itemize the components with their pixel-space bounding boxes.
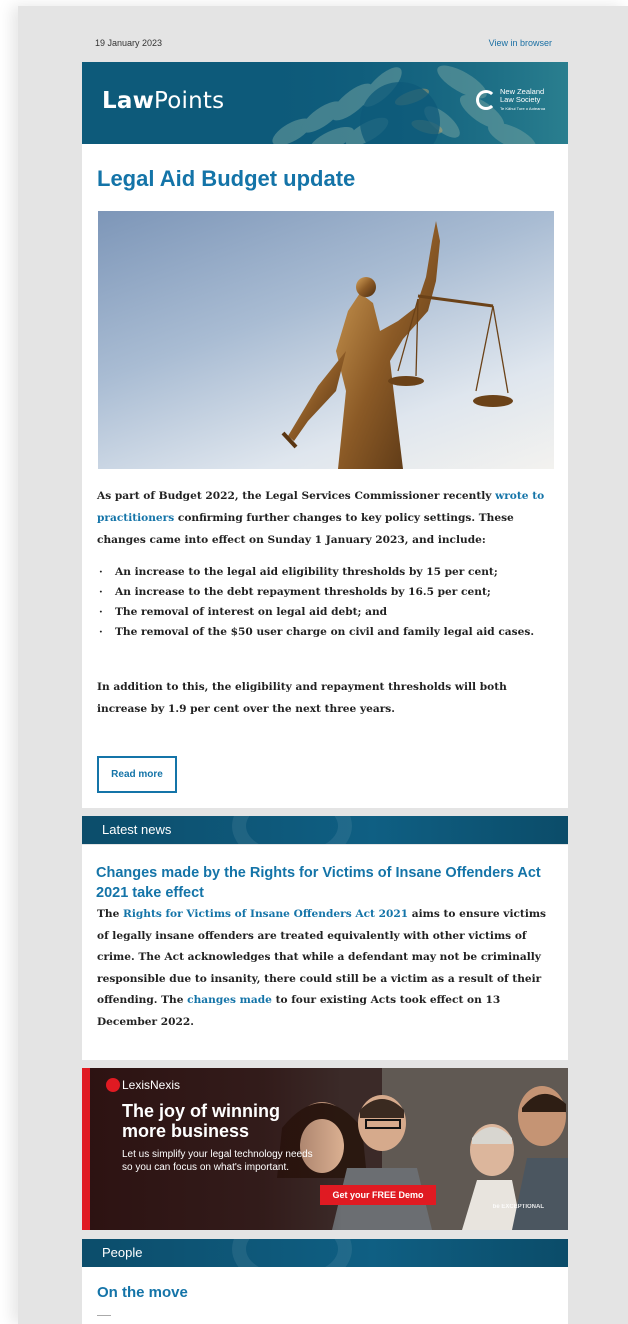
changes-made-link[interactable]: changes made: [187, 994, 272, 1006]
lexisnexis-logo-icon: [106, 1078, 120, 1092]
hero-image: [98, 211, 554, 469]
ad-tagline: be EXCEPTIONAL: [492, 1204, 544, 1210]
people-section: On the move: [82, 1267, 568, 1324]
main-article: Legal Aid Budget update As part of Budge…: [82, 144, 568, 808]
people-header: People: [82, 1239, 568, 1267]
section-label: Latest news: [102, 822, 172, 837]
policy-changes-list: An increase to the legal aid eligibility…: [99, 562, 559, 642]
view-in-browser-link[interactable]: View in browser: [489, 38, 552, 48]
article-closing: In addition to this, the eligibility and…: [97, 681, 507, 715]
list-item: An increase to the debt repayment thresh…: [99, 582, 559, 602]
list-item: An increase to the legal aid eligibility…: [99, 562, 559, 582]
newsletter-header: LawPoints New Zealand Law Society Te Kāhu…: [82, 62, 568, 144]
article-title: Legal Aid Budget update: [97, 166, 356, 191]
email-topbar: 19 January 2023 View in browser: [82, 34, 568, 54]
news-body: The Rights for Victims of Insane Offende…: [97, 908, 547, 1028]
ad-brand: LexisNexis: [122, 1078, 181, 1092]
lexisnexis-ad-banner[interactable]: LexisNexis The joy of winning more busin…: [82, 1068, 568, 1230]
list-item: The removal of interest on legal aid deb…: [99, 602, 559, 622]
section-label: People: [102, 1245, 143, 1260]
lady-justice-illustration: [281, 221, 513, 469]
ad-red-accent: [82, 1068, 90, 1230]
swirl-decoration: [232, 1239, 352, 1267]
swirl-decoration: [232, 816, 352, 844]
law-society-emblem-icon: [476, 90, 496, 110]
article-intro: As part of Budget 2022, the Legal Servic…: [97, 490, 545, 546]
issue-date: 19 January 2023: [95, 38, 163, 48]
latest-news-header: Latest news: [82, 816, 568, 844]
ad-subtext: Let us simplify your legal technology ne…: [122, 1149, 313, 1173]
read-more-button[interactable]: Read more: [97, 756, 177, 793]
list-item: The removal of the $50 user charge on ci…: [99, 622, 559, 642]
people-title: On the move: [97, 1284, 188, 1301]
lawpoints-logo: LawPoints: [102, 88, 225, 114]
news-title[interactable]: Changes made by the Rights for Victims o…: [96, 863, 556, 903]
news-article: Changes made by the Rights for Victims o…: [82, 845, 568, 1060]
get-free-demo-button[interactable]: Get your FREE Demo: [320, 1185, 436, 1205]
divider: [97, 1315, 111, 1316]
ad-headline: The joy of winning more business: [122, 1101, 280, 1141]
act-link[interactable]: Rights for Victims of Insane Offenders A…: [123, 908, 408, 920]
nz-law-society-logo: New Zealand Law Society Te Kāhui Ture o A…: [476, 86, 556, 118]
